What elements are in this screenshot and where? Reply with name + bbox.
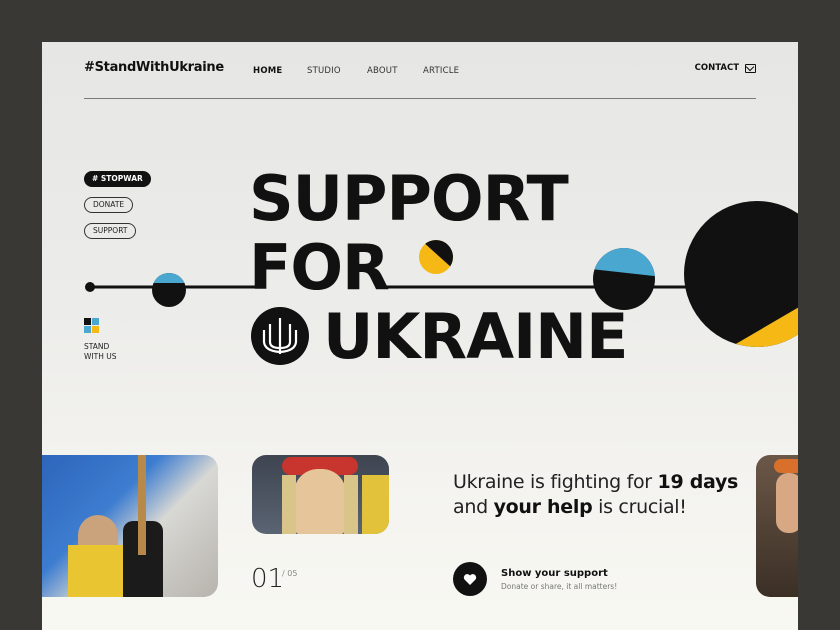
small-circle-left bbox=[152, 273, 186, 307]
headline-support: SUPPORT bbox=[249, 162, 569, 235]
small-circle-yellow bbox=[419, 240, 453, 274]
msg-part3: is crucial! bbox=[592, 496, 687, 518]
photo-flower-wreath[interactable] bbox=[252, 455, 389, 534]
wreath-next bbox=[774, 459, 798, 473]
msg-help: your help bbox=[493, 496, 593, 518]
show-support-button[interactable] bbox=[453, 562, 487, 596]
fight-message: Ukraine is fighting for 19 days and your… bbox=[453, 470, 738, 520]
support-title[interactable]: Show your support bbox=[501, 568, 608, 579]
msg-days: 19 days bbox=[657, 471, 739, 493]
bg-crowd bbox=[362, 475, 389, 534]
page: #StandWithUkraine HOME STUDIO ABOUT ARTI… bbox=[42, 42, 798, 630]
headline-for: FOR bbox=[249, 231, 390, 304]
flag-pole bbox=[138, 455, 146, 555]
msg-part1: Ukraine is fighting for bbox=[453, 471, 658, 493]
heart-icon bbox=[463, 573, 477, 585]
flag-scarf bbox=[68, 545, 128, 597]
hair-left bbox=[282, 475, 296, 534]
large-circle bbox=[684, 201, 798, 347]
slide-counter-current: 01 bbox=[251, 564, 285, 594]
headline-ukraine: UKRAINE bbox=[323, 300, 628, 373]
face bbox=[294, 469, 346, 534]
photo-next-preview[interactable] bbox=[756, 455, 798, 597]
slide-counter-total: / 05 bbox=[282, 569, 298, 578]
line-dot bbox=[85, 282, 95, 292]
photo-protest-flag[interactable] bbox=[42, 455, 218, 597]
support-subtitle: Donate or share, it all matters! bbox=[501, 582, 618, 591]
msg-part2: and bbox=[453, 496, 494, 518]
face-next bbox=[776, 473, 798, 533]
hair-right bbox=[344, 475, 358, 534]
